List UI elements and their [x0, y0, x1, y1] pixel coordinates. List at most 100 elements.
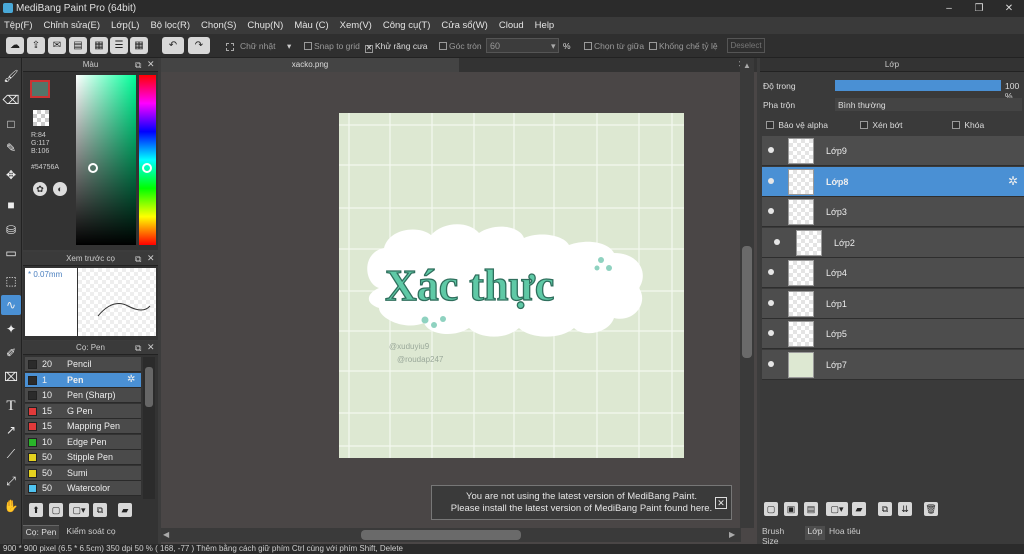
menu-window[interactable]: Cửa sổ(W)	[441, 20, 487, 31]
layer-row[interactable]: Lớp4	[762, 258, 1024, 288]
menu-color[interactable]: Màu (C)	[294, 20, 328, 31]
layer-row[interactable]: Lớp3	[762, 197, 1024, 227]
popout-icon[interactable]: ⧉	[135, 254, 141, 265]
delete-layer-icon[interactable]: 🗑	[924, 502, 938, 516]
menu-edit[interactable]: Chỉnh sửa(E)	[44, 20, 101, 31]
select-eraser-tool-icon[interactable]: ⌧	[1, 367, 21, 387]
hand-tool-icon[interactable]: ✋	[1, 496, 21, 516]
brush-item[interactable]: 1 Pen ✲	[25, 372, 141, 388]
popout-icon[interactable]: ⧉	[135, 60, 141, 71]
brush-menu-icon[interactable]: ▢▾	[69, 503, 89, 517]
select-from-center-checkbox[interactable]: Chọn từ giữa	[584, 41, 644, 51]
new-brush-icon[interactable]: ▢	[49, 503, 63, 517]
cloud-icon[interactable]: ☁	[6, 37, 24, 54]
hue-slider[interactable]	[139, 75, 156, 245]
visibility-icon[interactable]	[768, 269, 774, 275]
move-tool-icon[interactable]: ✥	[1, 165, 21, 185]
undo-icon[interactable]: ↶	[162, 37, 184, 54]
operation-tool-icon[interactable]: ↗	[1, 420, 21, 440]
snap-to-grid-checkbox[interactable]: Snap to grid	[304, 41, 360, 51]
visibility-icon[interactable]	[768, 330, 774, 336]
folder-icon[interactable]: ▰	[118, 503, 132, 517]
new-folder-icon[interactable]: ▰	[852, 502, 866, 516]
shape-select[interactable]: Chữ nhật	[240, 41, 275, 51]
close-panel-icon[interactable]: ✕	[147, 342, 155, 353]
layer-row[interactable]: Lớp7	[762, 349, 1024, 380]
menu-filter[interactable]: Bộ lọc(R)	[150, 20, 190, 31]
constrain-ratio-checkbox[interactable]: Khống chế tỷ lệ	[649, 41, 718, 51]
duplicate-layer-icon[interactable]: ⧉	[878, 502, 892, 516]
layer-row[interactable]: Lớp5	[762, 319, 1024, 349]
background-color-swatch[interactable]	[33, 110, 49, 126]
lasso-tool-icon[interactable]: ∿	[1, 295, 21, 315]
color-settings-icon[interactable]: ◐	[53, 182, 67, 196]
menu-snapshot[interactable]: Chụp(N)	[247, 20, 283, 31]
layer-row[interactable]: Lớp1	[762, 288, 1024, 319]
fill-shape-tool-icon[interactable]: ■	[1, 195, 21, 215]
protect-alpha-checkbox[interactable]: Bảo vệ alpha	[766, 120, 828, 130]
layer-row[interactable]: Lớp9	[762, 136, 1024, 166]
tab-brush-control[interactable]: Kiểm soát cọ	[61, 525, 121, 539]
menu-layer[interactable]: Lớp(L)	[111, 20, 139, 31]
duplicate-brush-icon[interactable]: ⧉	[93, 503, 107, 517]
dot-tool-icon[interactable]: □	[1, 114, 21, 134]
brush-tool-icon[interactable]: 🖌	[1, 66, 21, 86]
new-color-layer-icon[interactable]: ▣	[784, 502, 798, 516]
rounded-corner-checkbox[interactable]: Góc tròn	[439, 41, 482, 51]
saturation-value-picker[interactable]	[76, 75, 136, 245]
page-icon[interactable]: ▤	[69, 37, 87, 54]
gear-icon[interactable]: ✲	[1008, 174, 1018, 188]
maximize-button[interactable]: ❐	[964, 0, 994, 17]
new-layer-icon[interactable]: ▢	[764, 502, 778, 516]
merge-layer-icon[interactable]: ⇊	[898, 502, 912, 516]
hue-slider-handle[interactable]	[142, 163, 152, 173]
brush-item[interactable]: 20 Pencil	[25, 357, 141, 372]
lock-checkbox[interactable]: Khóa	[952, 120, 984, 130]
document-tab[interactable]: xacko.png	[161, 58, 459, 72]
artwork-canvas[interactable]: Xác thực @xuduyiu9 @roudap247	[339, 113, 684, 458]
gradient-tool-icon[interactable]: ▭	[1, 243, 21, 263]
bucket-tool-icon[interactable]: ⛁	[1, 220, 21, 240]
vertical-scrollbar[interactable]: ▲	[740, 58, 754, 528]
share-icon[interactable]: ⇪	[27, 37, 45, 54]
close-panel-icon[interactable]: ✕	[147, 59, 155, 70]
clipping-checkbox[interactable]: Xén bớt	[860, 120, 903, 130]
close-panel-icon[interactable]: ✕	[147, 253, 155, 264]
pen-tool-icon[interactable]: ✎	[1, 138, 21, 158]
visibility-icon[interactable]	[768, 147, 774, 153]
scroll-left-icon[interactable]: ◀	[163, 530, 169, 539]
scroll-right-icon[interactable]: ▶	[729, 530, 735, 539]
gear-icon[interactable]: ✲	[127, 374, 135, 385]
layer-row[interactable]: Lớp8 ✲	[762, 166, 1024, 197]
foreground-color-swatch[interactable]	[30, 80, 50, 98]
visibility-icon[interactable]	[774, 238, 780, 245]
brush-list-scrollbar[interactable]	[143, 357, 155, 499]
visibility-icon[interactable]	[768, 208, 774, 214]
tab-layer[interactable]: Lớp	[805, 526, 825, 540]
tab-brush[interactable]: Cọ: Pen	[23, 525, 59, 539]
vertical-scrollbar-thumb[interactable]	[742, 246, 752, 358]
comment-icon[interactable]: ✉	[48, 37, 66, 54]
scroll-up-icon[interactable]: ▲	[740, 61, 754, 71]
new-halftone-layer-icon[interactable]: ▤	[804, 502, 818, 516]
brush-item[interactable]: 10 Edge Pen	[25, 434, 141, 450]
visibility-icon[interactable]	[768, 360, 774, 367]
brush-item[interactable]: 15 Mapping Pen	[25, 419, 141, 434]
palette-icon[interactable]: ✿	[33, 182, 47, 196]
minimize-button[interactable]: –	[934, 0, 964, 17]
visibility-icon[interactable]	[768, 299, 774, 306]
eraser-tool-icon[interactable]: ⌫	[1, 90, 21, 110]
eyedropper-tool-icon[interactable]: ⤢	[1, 471, 21, 491]
add-brush-icon[interactable]: ⬆	[29, 503, 43, 517]
chevron-down-icon[interactable]: ▾	[287, 41, 291, 52]
text-tool-icon[interactable]: T	[1, 396, 21, 416]
divide-tool-icon[interactable]: ⟋	[1, 444, 21, 464]
sv-picker-handle[interactable]	[88, 163, 98, 173]
menu-file[interactable]: Tệp(F)	[4, 20, 33, 31]
document-icon[interactable]: ▦	[90, 37, 108, 54]
brush-item[interactable]: 50 Watercolor	[25, 481, 141, 496]
popout-icon[interactable]: ⧉	[135, 343, 141, 354]
list-icon[interactable]: ☰	[110, 37, 128, 54]
tab-navigator[interactable]: Hoa tiêu	[829, 526, 869, 540]
update-notice[interactable]: You are not using the latest version of …	[431, 485, 732, 520]
